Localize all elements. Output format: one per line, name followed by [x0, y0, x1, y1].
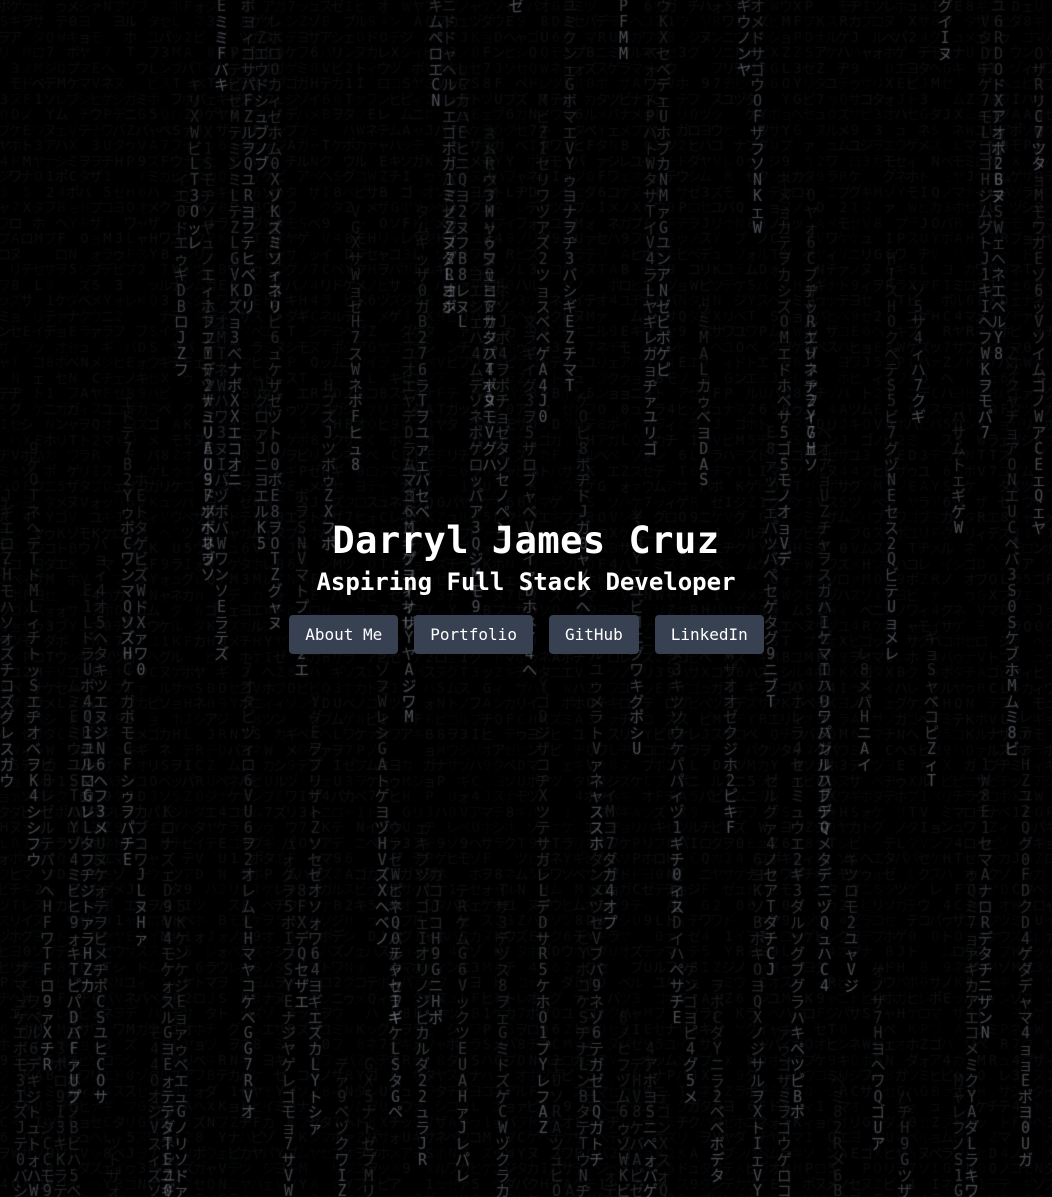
- hero-tagline: Aspiring Full Stack Developer: [316, 568, 736, 596]
- matrix-background: Darryl James Cruz Aspiring Full Stack De…: [0, 0, 1052, 1197]
- portfolio-button[interactable]: Portfolio: [414, 615, 533, 654]
- hero-name: Darryl James Cruz: [332, 519, 720, 562]
- github-button[interactable]: GitHub: [548, 615, 639, 654]
- hero-section: Darryl James Cruz Aspiring Full Stack De…: [0, 518, 1052, 654]
- about-me-button[interactable]: About Me: [289, 615, 399, 654]
- linkedin-button[interactable]: LinkedIn: [654, 615, 764, 654]
- nav-buttons: About Me Portfolio GitHub LinkedIn: [0, 615, 1052, 654]
